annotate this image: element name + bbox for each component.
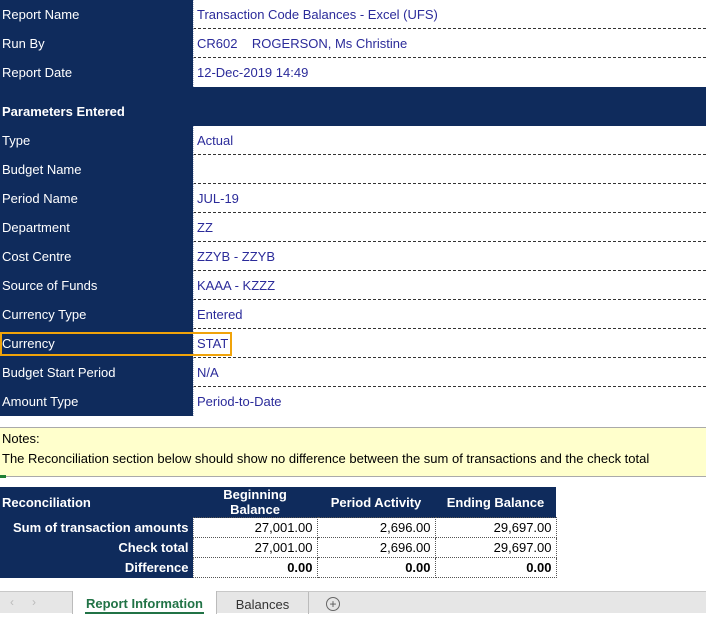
tab-balances-label: Balances xyxy=(235,597,290,612)
add-sheet-icon[interactable]: + xyxy=(326,597,340,611)
next-sheet-icon[interactable]: › xyxy=(32,595,36,609)
param-label-budget-name[interactable]: Budget Name xyxy=(0,155,193,184)
param-row-currency-type: Currency Type Entered xyxy=(0,300,706,329)
param-value-currency[interactable]: STAT xyxy=(193,329,706,358)
tab-report-information[interactable]: Report Information xyxy=(72,591,217,614)
reconciliation-title[interactable]: Reconciliation xyxy=(0,487,193,518)
run-by-row: Run By CR602 ROGERSON, Ms Christine xyxy=(0,29,706,58)
row-label-check-total[interactable]: Check total xyxy=(0,537,193,558)
notes-box: Notes: The Reconciliation section below … xyxy=(0,427,706,478)
param-label-cost-centre[interactable]: Cost Centre xyxy=(0,242,193,271)
cell-sum-beginning[interactable]: 27,001.00 xyxy=(192,517,318,538)
cell-sum-ending[interactable]: 29,697.00 xyxy=(434,517,557,538)
param-label-amount-type[interactable]: Amount Type xyxy=(0,387,193,416)
param-label-budget-start-period[interactable]: Budget Start Period xyxy=(0,358,193,387)
param-row-amount-type: Amount Type Period-to-Date xyxy=(0,387,706,416)
param-value-department[interactable]: ZZ xyxy=(193,213,706,242)
report-date-row: Report Date 12-Dec-2019 14:49 xyxy=(0,58,706,87)
cell-diff-beginning[interactable]: 0.00 xyxy=(192,557,318,578)
section-divider xyxy=(0,87,706,97)
column-header-beginning-balance[interactable]: Beginning Balance xyxy=(193,487,317,518)
table-row: Check total 27,001.00 2,696.00 29,697.00 xyxy=(0,537,557,558)
active-tab-underline xyxy=(85,612,204,614)
param-label-department[interactable]: Department xyxy=(0,213,193,242)
table-row: Difference 0.00 0.00 0.00 xyxy=(0,557,557,578)
report-date-value[interactable]: 12-Dec-2019 14:49 xyxy=(193,58,706,87)
column-header-period-activity[interactable]: Period Activity xyxy=(317,487,435,518)
column-header-ending-balance[interactable]: Ending Balance xyxy=(435,487,556,518)
row-label-sum-of-transactions[interactable]: Sum of transaction amounts xyxy=(0,517,193,538)
param-value-source-of-funds[interactable]: KAAA - KZZZ xyxy=(193,271,706,300)
param-label-source-of-funds[interactable]: Source of Funds xyxy=(0,271,193,300)
param-row-budget-start-period: Budget Start Period N/A xyxy=(0,358,706,387)
report-date-label[interactable]: Report Date xyxy=(0,58,193,87)
param-row-type: Type Actual xyxy=(0,126,706,155)
table-row: Sum of transaction amounts 27,001.00 2,6… xyxy=(0,517,557,538)
param-label-currency[interactable]: Currency xyxy=(0,329,193,358)
parameters-title[interactable]: Parameters Entered xyxy=(0,97,706,126)
cell-sum-activity[interactable]: 2,696.00 xyxy=(316,517,436,538)
param-label-currency-type[interactable]: Currency Type xyxy=(0,300,193,329)
reconciliation-header-row: Reconciliation Beginning Balance Period … xyxy=(0,487,556,518)
cell-check-beginning[interactable]: 27,001.00 xyxy=(192,537,318,558)
cell-check-activity[interactable]: 2,696.00 xyxy=(316,537,436,558)
param-value-currency-type[interactable]: Entered xyxy=(193,300,706,329)
param-value-amount-type[interactable]: Period-to-Date xyxy=(193,387,706,416)
param-label-type[interactable]: Type xyxy=(0,126,193,155)
run-by-label[interactable]: Run By xyxy=(0,29,193,58)
sheet-tab-bar: ‹ › Report Information Balances + xyxy=(0,591,706,614)
cell-check-ending[interactable]: 29,697.00 xyxy=(434,537,557,558)
notes-text[interactable]: The Reconciliation section below should … xyxy=(2,451,649,466)
param-label-period-name[interactable]: Period Name xyxy=(0,184,193,213)
reconciliation-table: Reconciliation Beginning Balance Period … xyxy=(0,487,557,578)
param-row-source-of-funds: Source of Funds KAAA - KZZZ xyxy=(0,271,706,300)
run-by-value[interactable]: CR602 ROGERSON, Ms Christine xyxy=(193,29,706,58)
param-row-budget-name: Budget Name xyxy=(0,155,706,184)
param-value-cost-centre[interactable]: ZZYB - ZZYB xyxy=(193,242,706,271)
report-name-value[interactable]: Transaction Code Balances - Excel (UFS) xyxy=(193,0,706,29)
param-value-period-name[interactable]: JUL-19 xyxy=(193,184,706,213)
param-row-currency: Currency STAT xyxy=(0,329,706,358)
tab-report-information-label: Report Information xyxy=(86,596,203,611)
param-value-budget-start-period[interactable]: N/A xyxy=(193,358,706,387)
param-row-department: Department ZZ xyxy=(0,213,706,242)
param-row-cost-centre: Cost Centre ZZYB - ZZYB xyxy=(0,242,706,271)
prev-sheet-icon[interactable]: ‹ xyxy=(10,595,14,609)
param-value-type[interactable]: Actual xyxy=(193,126,706,155)
tab-balances[interactable]: Balances xyxy=(217,592,309,614)
param-row-period-name: Period Name JUL-19 xyxy=(0,184,706,213)
report-name-row: Report Name Transaction Code Balances - … xyxy=(0,0,706,29)
cell-diff-activity[interactable]: 0.00 xyxy=(316,557,436,578)
cell-diff-ending[interactable]: 0.00 xyxy=(434,557,557,578)
report-name-label[interactable]: Report Name xyxy=(0,0,193,29)
row-label-difference[interactable]: Difference xyxy=(0,557,193,578)
param-value-budget-name[interactable] xyxy=(193,155,706,184)
notes-title[interactable]: Notes: xyxy=(2,431,40,446)
cell-selection-marker xyxy=(0,475,6,478)
